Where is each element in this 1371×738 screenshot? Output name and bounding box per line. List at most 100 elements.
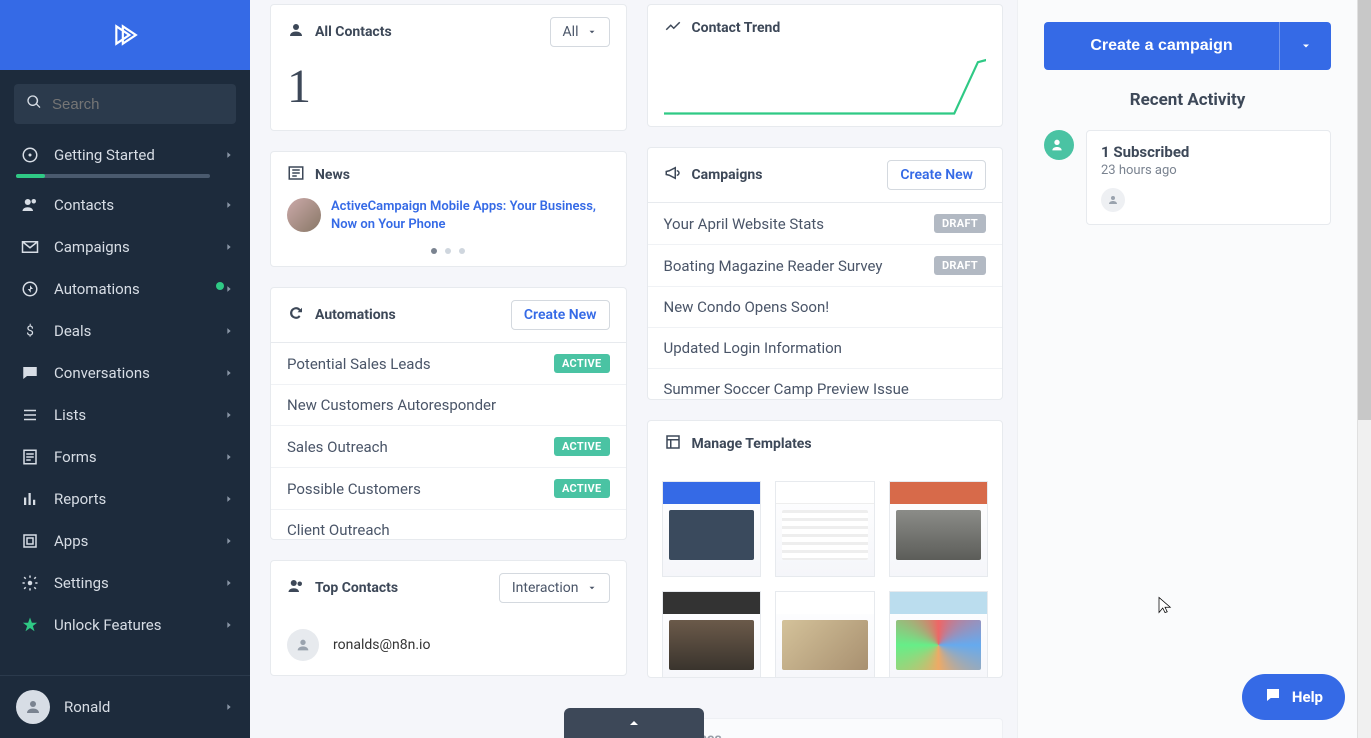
chevron-right-icon xyxy=(224,284,234,294)
caret-down-icon xyxy=(587,583,597,593)
sidebar-item-apps[interactable]: Apps xyxy=(0,520,250,562)
sidebar-item-getting-started[interactable]: Getting Started xyxy=(0,134,250,184)
filter-value: All xyxy=(563,24,579,40)
create-campaign-button[interactable]: Create New xyxy=(887,160,986,190)
envelope-icon xyxy=(16,238,44,256)
list-item[interactable]: Possible CustomersACTIVE xyxy=(271,468,626,510)
contacts-card: All Contacts All 1 xyxy=(270,4,627,131)
trend-icon xyxy=(664,17,682,39)
template-thumb[interactable] xyxy=(775,481,875,577)
list-item[interactable]: Boating Magazine Reader SurveyDRAFT xyxy=(648,245,1003,287)
megaphone-icon xyxy=(664,164,682,186)
card-title: Automations xyxy=(315,307,396,323)
sidebar-item-campaigns[interactable]: Campaigns xyxy=(0,226,250,268)
sidebar-item-deals[interactable]: $ Deals xyxy=(0,310,250,352)
templates-grid[interactable] xyxy=(648,467,1003,677)
automations-card: Automations Create New Potential Sales L… xyxy=(270,287,627,540)
automations-icon xyxy=(16,280,44,298)
news-avatar xyxy=(287,198,321,232)
chat-icon xyxy=(16,364,44,382)
nav-label: Getting Started xyxy=(54,146,224,164)
nav-label: Lists xyxy=(54,406,224,424)
chevron-right-icon xyxy=(224,368,234,378)
template-thumb[interactable] xyxy=(662,591,762,677)
template-thumb[interactable] xyxy=(775,591,875,677)
chevron-right-icon xyxy=(224,242,234,252)
sidebar-item-unlock[interactable]: Unlock Features xyxy=(0,604,250,646)
topcontacts-sort-dropdown[interactable]: Interaction xyxy=(499,573,610,603)
status-badge: ACTIVE xyxy=(554,437,610,456)
card-title: Top Contacts xyxy=(315,580,398,596)
people-icon xyxy=(287,577,305,599)
list-item[interactable]: New Condo Opens Soon! xyxy=(648,287,1003,328)
chevron-right-icon xyxy=(224,578,234,588)
sidebar-item-settings[interactable]: Settings xyxy=(0,562,250,604)
user-menu[interactable]: Ronald xyxy=(0,675,250,738)
list-item[interactable]: Potential Sales LeadsACTIVE xyxy=(271,343,626,385)
chevron-right-icon xyxy=(224,410,234,420)
expand-drawer-button[interactable] xyxy=(564,708,704,738)
logo[interactable] xyxy=(0,0,250,70)
page-scrollbar[interactable] xyxy=(1357,0,1371,738)
list-item[interactable]: Client Outreach xyxy=(271,510,626,539)
sidebar-item-lists[interactable]: Lists xyxy=(0,394,250,436)
contacts-filter-dropdown[interactable]: All xyxy=(550,17,610,47)
nav-label: Forms xyxy=(54,448,224,466)
compass-icon xyxy=(16,146,44,164)
nav-label: Campaigns xyxy=(54,238,224,256)
activity-item: 1 Subscribed 23 hours ago xyxy=(1044,130,1331,225)
reports-icon xyxy=(16,490,44,508)
top-contacts-card: Top Contacts Interaction ronalds@n8n.io xyxy=(270,560,627,676)
nav-label: Settings xyxy=(54,574,224,592)
templates-card: Manage Templates xyxy=(647,420,1004,678)
news-pager[interactable] xyxy=(271,240,626,266)
list-item[interactable]: New Customers Autoresponder xyxy=(271,385,626,426)
card-title: Campaigns xyxy=(692,167,763,183)
news-headline-link[interactable]: ActiveCampaign Mobile Apps: Your Busines… xyxy=(331,198,610,234)
card-title: All Contacts xyxy=(315,24,392,40)
list-item[interactable]: Summer Soccer Camp Preview Issue xyxy=(648,369,1003,399)
star-icon xyxy=(16,616,44,634)
forms-icon xyxy=(16,448,44,466)
activity-card[interactable]: 1 Subscribed 23 hours ago xyxy=(1086,130,1331,225)
help-button[interactable]: Help xyxy=(1242,674,1345,720)
activity-contact-avatar[interactable] xyxy=(1101,188,1125,212)
sidebar-item-conversations[interactable]: Conversations xyxy=(0,352,250,394)
list-item[interactable]: Sales OutreachACTIVE xyxy=(271,426,626,468)
search-input[interactable] xyxy=(52,96,224,113)
create-automation-button[interactable]: Create New xyxy=(511,300,610,330)
campaigns-list[interactable]: Your April Website StatsDRAFT Boating Ma… xyxy=(648,203,1003,399)
list-item[interactable]: Your April Website StatsDRAFT xyxy=(648,203,1003,245)
svg-text:$: $ xyxy=(26,324,34,340)
status-badge: ACTIVE xyxy=(554,354,610,373)
contact-row[interactable]: ronalds@n8n.io xyxy=(271,615,626,675)
create-campaign-cta[interactable]: Create a campaign xyxy=(1044,22,1279,70)
person-icon xyxy=(287,21,305,43)
sidebar-item-contacts[interactable]: Contacts xyxy=(0,184,250,226)
create-campaign-cta-dropdown[interactable] xyxy=(1279,22,1331,70)
automations-list[interactable]: Potential Sales LeadsACTIVE New Customer… xyxy=(271,343,626,539)
list-item[interactable]: Updated Login Information xyxy=(648,328,1003,369)
template-thumb[interactable] xyxy=(662,481,762,577)
nav-label: Reports xyxy=(54,490,224,508)
sidebar-item-reports[interactable]: Reports xyxy=(0,478,250,520)
chevron-right-icon xyxy=(224,452,234,462)
sidebar-item-forms[interactable]: Forms xyxy=(0,436,250,478)
gear-icon xyxy=(16,574,44,592)
template-thumb[interactable] xyxy=(889,481,989,577)
template-thumb[interactable] xyxy=(889,591,989,677)
chevron-right-icon xyxy=(224,150,234,160)
status-badge: ACTIVE xyxy=(554,479,610,498)
nav-label: Unlock Features xyxy=(54,616,224,634)
subscribed-icon xyxy=(1044,130,1074,160)
notification-dot xyxy=(216,282,224,290)
search-box[interactable] xyxy=(14,84,236,124)
status-badge: DRAFT xyxy=(934,256,986,275)
chevron-up-icon xyxy=(626,715,642,731)
sidebar-item-automations[interactable]: Automations xyxy=(0,268,250,310)
dollar-icon: $ xyxy=(16,322,44,340)
nav-label: Deals xyxy=(54,322,224,340)
activity-time: 23 hours ago xyxy=(1101,163,1316,178)
chevron-right-icon xyxy=(224,326,234,336)
news-card: News ActiveCampaign Mobile Apps: Your Bu… xyxy=(270,151,627,267)
